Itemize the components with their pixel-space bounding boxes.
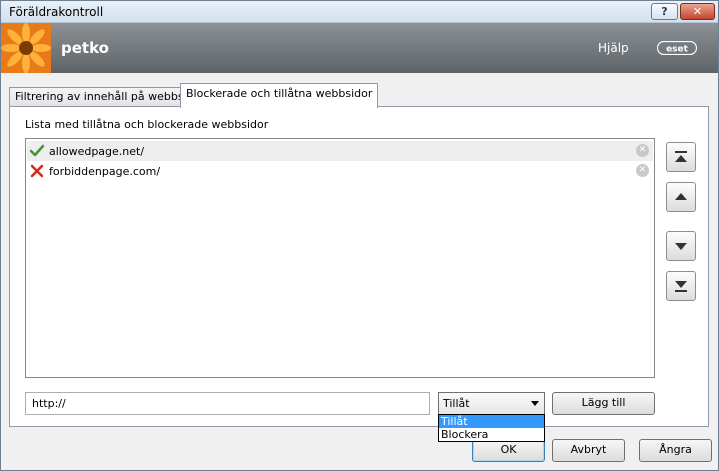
tab-content-filtering[interactable]: Filtrering av innehåll på webbsida: [9, 87, 207, 107]
flower-logo-icon: [1, 23, 51, 73]
move-up-icon: [675, 193, 687, 200]
remove-icon[interactable]: ✕: [636, 164, 649, 177]
option-allow[interactable]: Tillåt: [439, 415, 544, 428]
add-button[interactable]: Lägg till: [552, 392, 655, 415]
move-to-bottom-icon: [675, 281, 687, 292]
list-item-url: allowedpage.net/: [49, 145, 145, 158]
list-item-url: forbiddenpage.com/: [49, 165, 161, 178]
action-select[interactable]: Tillåt: [438, 392, 545, 415]
help-button[interactable]: ?: [651, 3, 678, 20]
list-item[interactable]: forbiddenpage.com/ ✕: [27, 161, 653, 181]
tab-blocked-allowed-sites[interactable]: Blockerade och tillåtna webbsidor: [180, 83, 379, 108]
window-title: Föräldrakontroll: [9, 5, 104, 19]
list-item[interactable]: allowedpage.net/ ✕: [27, 141, 653, 161]
svg-text:eset: eset: [666, 45, 689, 55]
parental-control-window: Föräldrakontroll ? ✕ petko Hjälp eset Fi…: [0, 0, 719, 471]
move-down-icon: [675, 243, 687, 250]
cancel-button[interactable]: Avbryt: [552, 439, 625, 462]
move-to-bottom-button[interactable]: [666, 271, 696, 301]
move-down-button[interactable]: [666, 231, 696, 261]
option-block[interactable]: Blockera: [439, 428, 544, 441]
list-label: Lista med tillåtna och blockerade webbsi…: [25, 118, 269, 131]
eset-logo: eset: [656, 40, 698, 56]
help-link[interactable]: Hjälp: [598, 41, 629, 55]
move-to-top-button[interactable]: [666, 142, 696, 172]
url-input[interactable]: [25, 392, 430, 415]
move-up-button[interactable]: [666, 182, 696, 212]
header-banner: petko Hjälp eset: [1, 23, 718, 73]
move-to-top-icon: [675, 151, 687, 162]
user-name: petko: [61, 39, 109, 57]
red-x-icon: [30, 164, 44, 178]
remove-icon[interactable]: ✕: [636, 144, 649, 157]
chevron-down-icon: [531, 401, 539, 406]
tab-bar: Filtrering av innehåll på webbsida Block…: [1, 73, 718, 108]
action-dropdown-list[interactable]: Tillåt Blockera: [438, 414, 545, 442]
website-list[interactable]: allowedpage.net/ ✕ forbiddenpage.com/ ✕: [25, 138, 655, 378]
title-bar[interactable]: Föräldrakontroll ? ✕: [1, 1, 718, 23]
action-select-value: Tillåt: [443, 397, 470, 410]
ok-button[interactable]: OK: [472, 439, 545, 462]
checkmark-icon: [29, 144, 45, 158]
close-button[interactable]: ✕: [680, 3, 715, 20]
undo-button[interactable]: Ångra: [639, 439, 712, 462]
